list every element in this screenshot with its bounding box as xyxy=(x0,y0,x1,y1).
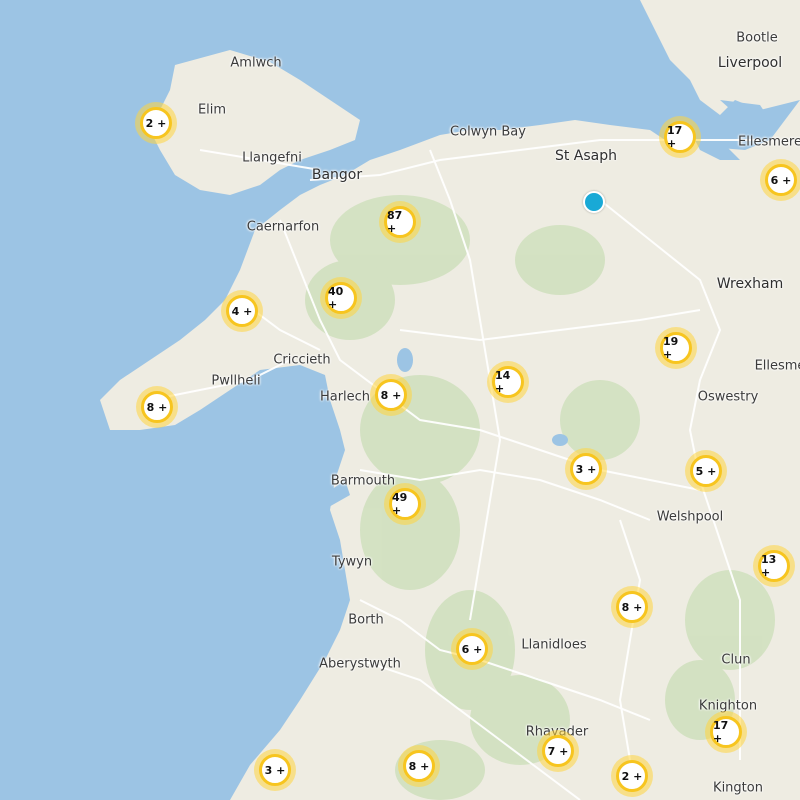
cluster-marker[interactable]: 17 + xyxy=(659,116,701,158)
place-label-criccieth: Criccieth xyxy=(273,352,331,368)
cluster-count: 3 + xyxy=(259,754,291,786)
cluster-marker[interactable]: 6 + xyxy=(451,628,493,670)
location-pin-icon[interactable] xyxy=(583,191,605,213)
place-label-llangefni: Llangefni xyxy=(242,150,302,166)
place-label-ellesmere-port: Ellesmere xyxy=(738,134,800,150)
cluster-marker[interactable]: 40 + xyxy=(320,277,362,319)
place-label-oswestry: Oswestry xyxy=(697,389,759,405)
place-label-elim: Elim xyxy=(197,102,227,118)
place-label-aberystwyth: Aberystwyth xyxy=(319,656,401,672)
cluster-count: 4 + xyxy=(226,295,258,327)
cluster-count: 49 + xyxy=(389,488,421,520)
cluster-count: 2 + xyxy=(616,760,648,792)
place-label-ellesmere: Ellesme xyxy=(754,358,800,374)
cluster-count: 3 + xyxy=(570,453,602,485)
cluster-marker[interactable]: 8 + xyxy=(370,374,412,416)
cluster-count: 17 + xyxy=(664,121,696,153)
cluster-count: 7 + xyxy=(542,735,574,767)
cluster-marker[interactable]: 13 + xyxy=(753,545,795,587)
place-label-colwyn-bay: Colwyn Bay xyxy=(450,124,526,140)
cluster-marker[interactable]: 3 + xyxy=(565,448,607,490)
place-label-tywyn: Tywyn xyxy=(331,554,373,570)
place-label-bootle: Bootle xyxy=(736,30,778,46)
place-label-st-asaph: St Asaph xyxy=(554,148,618,164)
cluster-count: 40 + xyxy=(325,282,357,314)
place-label-wrexham: Wrexham xyxy=(716,276,784,292)
cluster-marker[interactable]: 49 + xyxy=(384,483,426,525)
place-label-bangor: Bangor xyxy=(311,167,363,183)
cluster-marker[interactable]: 5 + xyxy=(685,450,727,492)
cluster-count: 87 + xyxy=(384,206,416,238)
cluster-count: 8 + xyxy=(375,379,407,411)
cluster-count: 8 + xyxy=(141,391,173,423)
place-label-welshpool: Welshpool xyxy=(656,509,724,525)
cluster-marker[interactable]: 14 + xyxy=(487,361,529,403)
cluster-marker[interactable]: 8 + xyxy=(398,745,440,787)
cluster-marker[interactable]: 19 + xyxy=(655,327,697,369)
place-label-liverpool: Liverpool xyxy=(717,55,783,71)
cluster-count: 6 + xyxy=(765,164,797,196)
cluster-marker[interactable]: 8 + xyxy=(611,586,653,628)
cluster-count: 2 + xyxy=(140,107,172,139)
cluster-marker[interactable]: 17 + xyxy=(705,711,747,753)
place-label-kington: Kington xyxy=(713,780,763,796)
cluster-count: 5 + xyxy=(690,455,722,487)
cluster-marker[interactable]: 3 + xyxy=(254,749,296,791)
place-label-clun: Clun xyxy=(721,652,751,668)
cluster-count: 8 + xyxy=(616,591,648,623)
cluster-count: 8 + xyxy=(403,750,435,782)
cluster-marker[interactable]: 8 + xyxy=(136,386,178,428)
cluster-count: 17 + xyxy=(710,716,742,748)
place-label-llanidloes: Llanidloes xyxy=(521,637,587,653)
cluster-marker[interactable]: 6 + xyxy=(760,159,800,201)
cluster-count: 6 + xyxy=(456,633,488,665)
map-canvas[interactable]: Bootle Liverpool Amlwch Elim Colwyn Bay … xyxy=(0,0,800,800)
cluster-marker[interactable]: 2 + xyxy=(135,102,177,144)
cluster-marker[interactable]: 87 + xyxy=(379,201,421,243)
cluster-count: 14 + xyxy=(492,366,524,398)
cluster-marker[interactable]: 4 + xyxy=(221,290,263,332)
place-label-borth: Borth xyxy=(348,612,384,628)
cluster-count: 19 + xyxy=(660,332,692,364)
place-label-barmouth: Barmouth xyxy=(330,473,396,489)
place-label-pwllheli: Pwllheli xyxy=(211,373,261,389)
place-label-amlwch: Amlwch xyxy=(230,55,282,71)
place-label-caernarfon: Caernarfon xyxy=(246,219,320,235)
cluster-marker[interactable]: 2 + xyxy=(611,755,653,797)
place-label-harlech: Harlech xyxy=(319,389,371,405)
cluster-count: 13 + xyxy=(758,550,790,582)
cluster-marker[interactable]: 7 + xyxy=(537,730,579,772)
